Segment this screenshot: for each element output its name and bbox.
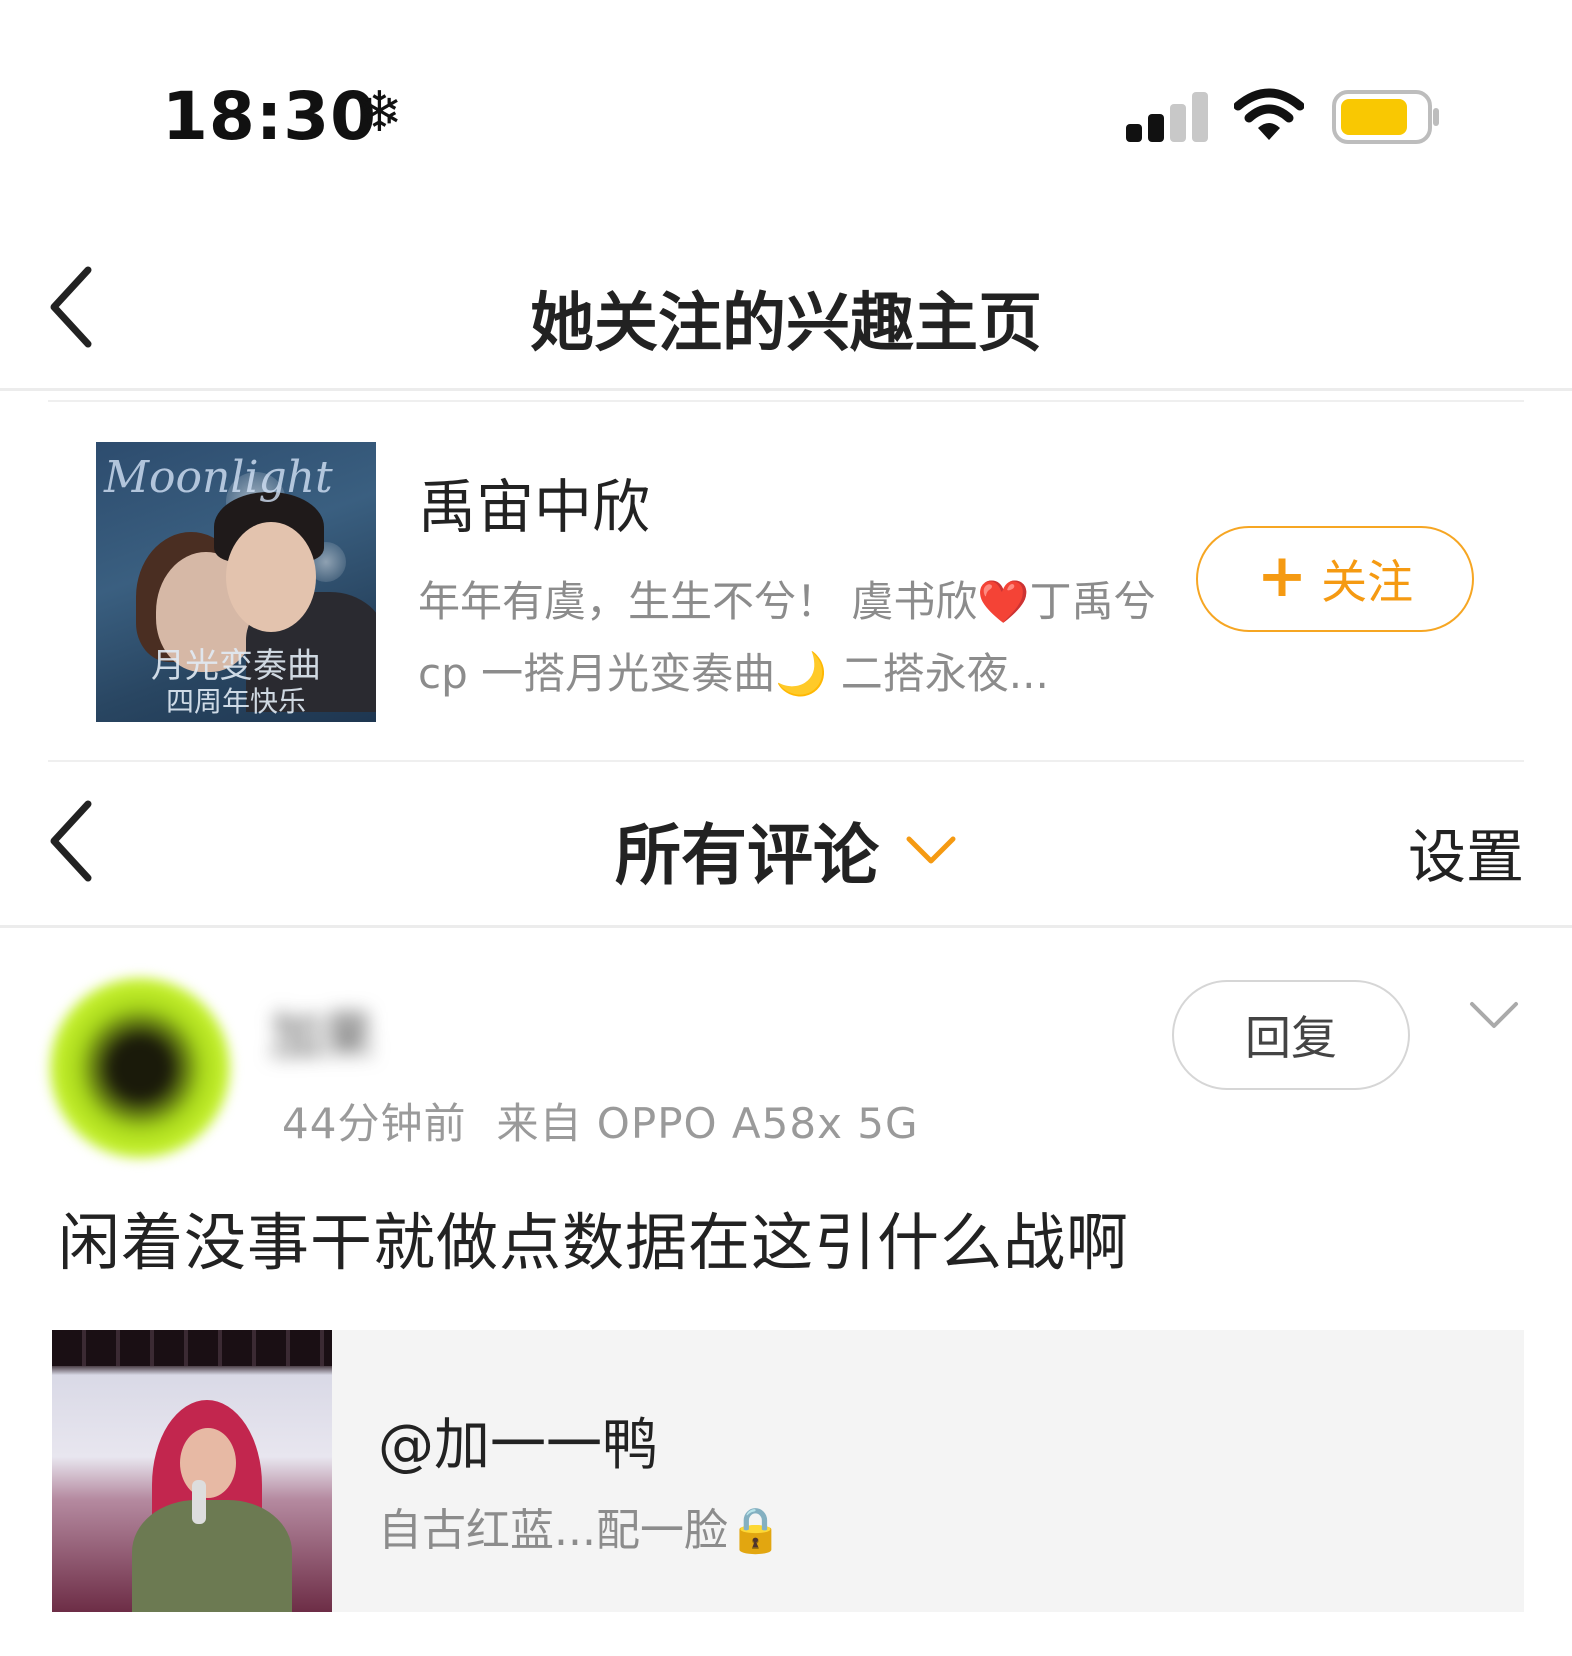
quoted-post-user[interactable]: @加一一鸭 bbox=[378, 1400, 658, 1481]
snowflake-icon: ❄ bbox=[356, 80, 403, 145]
comments-title: 所有评论 bbox=[615, 817, 879, 894]
comment-username[interactable]: 加果 bbox=[270, 994, 374, 1069]
comments-header-divider bbox=[0, 925, 1572, 928]
comment-source: 来自 OPPO A58x 5G bbox=[496, 1099, 919, 1148]
comments-header: 所有评论 设置 bbox=[0, 760, 1572, 925]
settings-button[interactable]: 设置 bbox=[1408, 810, 1524, 894]
plus-icon: + bbox=[1256, 541, 1308, 611]
status-bar: 18:30 ❄ bbox=[0, 0, 1572, 230]
chevron-down-icon bbox=[906, 836, 956, 864]
lock-icon: 🔒 bbox=[727, 1505, 783, 1556]
comment-item: 加果 44分钟前 来自 OPPO A58x 5G 回复 闲着没事干就做点数据在这引… bbox=[0, 930, 1572, 1656]
header-divider bbox=[0, 388, 1572, 391]
page-title: 她关注的兴趣主页 bbox=[530, 287, 1042, 361]
comment-text: 闲着没事干就做点数据在这引什么战啊 bbox=[58, 1206, 1130, 1279]
cover-script-text: Moonlight bbox=[104, 452, 333, 503]
cover-subtitle-text: 四周年快乐 bbox=[165, 685, 306, 718]
reply-button[interactable]: 回复 bbox=[1172, 980, 1410, 1090]
quoted-post-text: 自古红蓝...配一脸🔒 bbox=[378, 1494, 783, 1558]
comment-time: 44分钟前 bbox=[282, 1099, 467, 1148]
comment-meta: 44分钟前 来自 OPPO A58x 5G bbox=[282, 1090, 919, 1151]
comment-filter-dropdown[interactable]: 所有评论 bbox=[0, 802, 1572, 898]
interest-name[interactable]: 禹宙中欣 bbox=[418, 460, 650, 544]
interest-description-part1: 年年有虞，生生不兮！ 虞书欣 bbox=[418, 577, 978, 626]
moon-icon: 🌙 bbox=[775, 649, 828, 698]
heart-icon: ❤️ bbox=[977, 577, 1030, 626]
follow-button[interactable]: + 关注 bbox=[1196, 526, 1474, 632]
quoted-post-card[interactable]: @加一一鸭 自古红蓝...配一脸🔒 bbox=[52, 1330, 1524, 1612]
quoted-post-thumbnail[interactable] bbox=[52, 1330, 332, 1612]
chevron-down-icon[interactable] bbox=[1466, 996, 1522, 1036]
avatar[interactable] bbox=[50, 978, 230, 1158]
follow-label: 关注 bbox=[1321, 555, 1414, 609]
battery-icon bbox=[1332, 90, 1439, 144]
signal-icon bbox=[1126, 90, 1208, 142]
title-bar: 她关注的兴趣主页 bbox=[0, 240, 1572, 390]
wifi-icon bbox=[1234, 88, 1304, 140]
quoted-post-text-body: 自古红蓝...配一脸 bbox=[378, 1505, 728, 1556]
status-time: 18:30 bbox=[162, 78, 378, 155]
interest-cover-image[interactable]: Moonlight 月光变奏曲 四周年快乐 bbox=[96, 442, 376, 722]
interest-card[interactable]: Moonlight 月光变奏曲 四周年快乐 禹宙中欣 年年有虞，生生不兮！ 虞书… bbox=[0, 400, 1572, 760]
interest-description-part3: 二搭永夜... bbox=[827, 649, 1049, 698]
interest-description: 年年有虞，生生不兮！ 虞书欣❤️丁禹兮cp 一搭月光变奏曲🌙 二搭永夜... bbox=[418, 566, 1198, 710]
